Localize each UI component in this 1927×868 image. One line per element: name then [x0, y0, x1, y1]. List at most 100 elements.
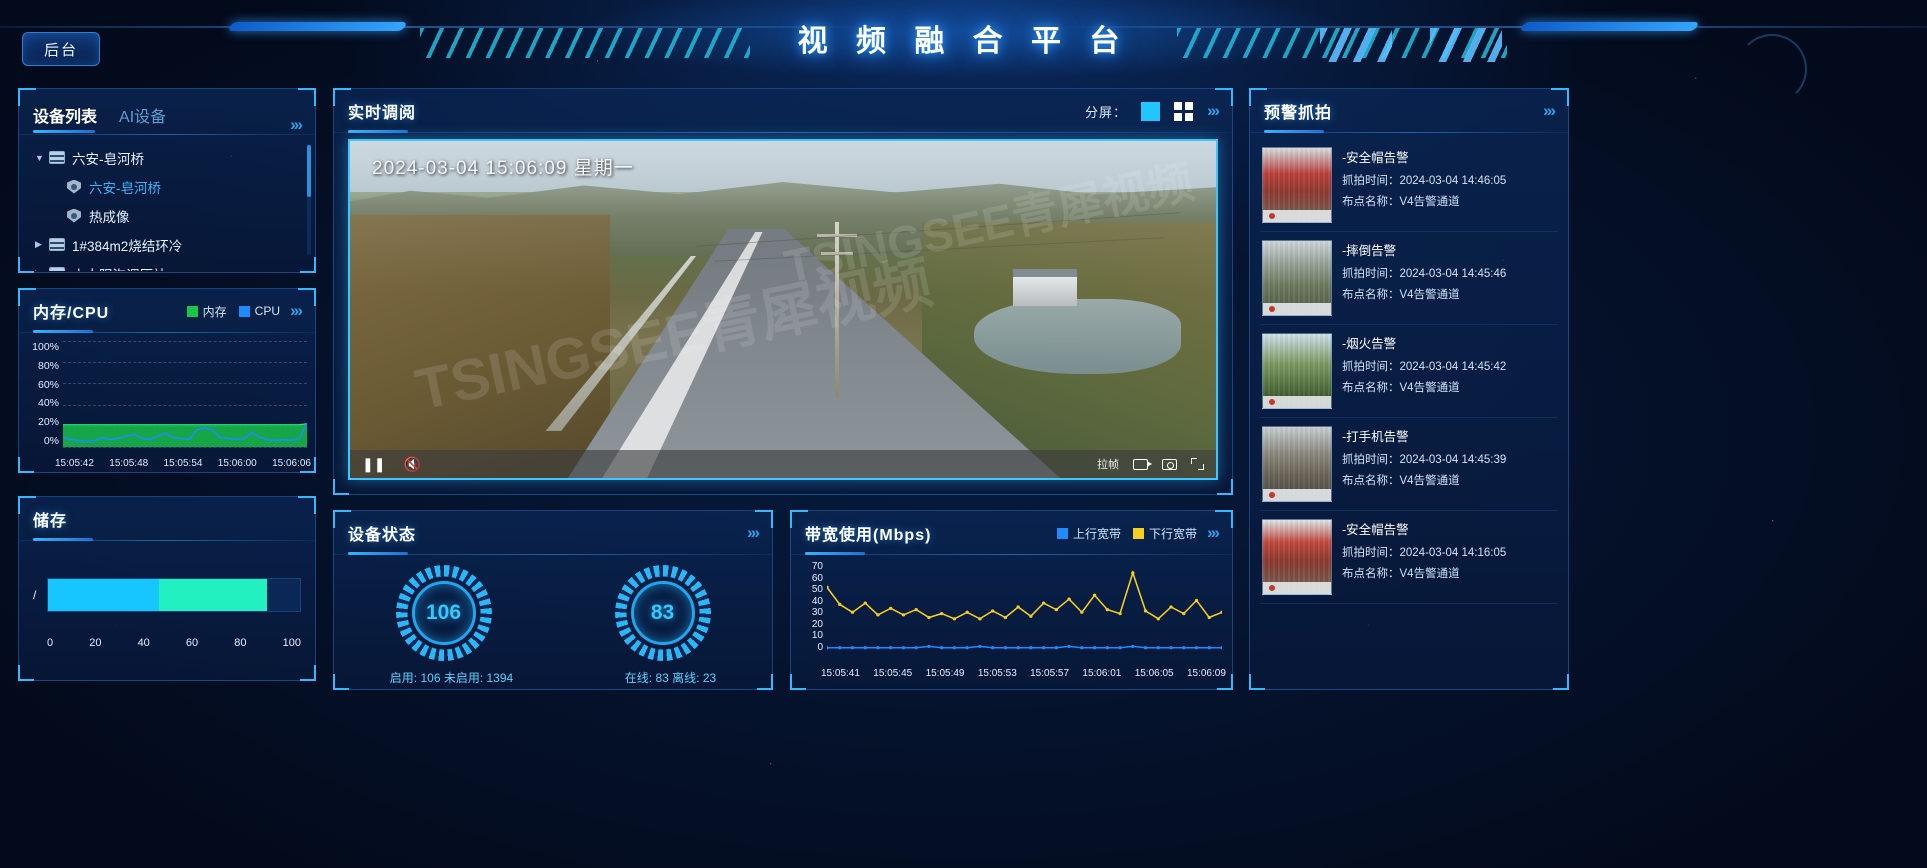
- y-tick: 60: [811, 572, 823, 584]
- chevron-right-icon[interactable]: ▶: [35, 268, 49, 271]
- legend-item-memory: 内存: [186, 303, 227, 320]
- alert-time: 抓拍时间：2024-03-04 14:16:05: [1342, 547, 1507, 559]
- bandwidth-chart: 70 60 50 40 30 20 10 0 15:05:41 15:05:45 15:05:49…: [791, 555, 1232, 683]
- video-player[interactable]: 2024-03-04 15:06:09 星期一 TSINGSEE青犀视频 TSI…: [348, 139, 1218, 480]
- legend-item-upload: 上行宽带: [1056, 525, 1121, 542]
- alert-thumbnail[interactable]: [1262, 147, 1332, 223]
- camera-icon: [67, 179, 81, 194]
- legend-label-upload: 上行宽带: [1072, 526, 1121, 541]
- y-tick: 0%: [43, 434, 59, 447]
- device-list-panel: 设备列表 AI设备 ››› ▼ 六安-皂河桥 六安-皂河桥 热成像 ▶ 1#38…: [18, 88, 316, 273]
- y-tick: 40: [811, 595, 823, 607]
- y-tick: 100%: [32, 341, 59, 353]
- storage-title: 储存: [33, 513, 68, 530]
- storage-chart: / 0 20 40 60 80 100: [19, 541, 315, 677]
- alert-info: -摔倒告警 抓拍时间：2024-03-04 14:45:46 布点名称：V4告警通道: [1342, 240, 1556, 316]
- device-status-title: 设备状态: [348, 527, 417, 544]
- live-more-arrows[interactable]: ›››: [1207, 101, 1220, 121]
- mute-icon[interactable]: 🔇: [403, 457, 420, 471]
- alert-point: 布点名称：V4告警通道: [1342, 289, 1460, 301]
- tree-node[interactable]: ▶ 小太阳沟调压站: [29, 259, 305, 271]
- thumbnail-footer: [1263, 303, 1331, 315]
- legend-label-cpu: CPU: [254, 304, 281, 318]
- x-tick: 15:05:53: [977, 668, 1017, 679]
- x-tick: 15:05:42: [55, 458, 94, 469]
- tree-node[interactable]: ▼ 六安-皂河桥: [29, 143, 305, 172]
- x-tick: 15:06:06: [272, 458, 311, 469]
- alert-time: 抓拍时间：2024-03-04 14:45:46: [1342, 268, 1507, 280]
- legend-label-download: 下行宽带: [1149, 526, 1198, 541]
- pause-icon[interactable]: ❚❚: [362, 457, 385, 471]
- bandwidth-more-arrows[interactable]: ›››: [1207, 523, 1220, 543]
- tab-ai-device[interactable]: AI设备: [119, 103, 166, 135]
- device-status-separator: [334, 554, 772, 555]
- alert-list-item[interactable]: -烟火告警 抓拍时间：2024-03-04 14:45:42 布点名称：V4告警通道: [1260, 325, 1558, 418]
- tree-node-label: 小太阳沟调压站: [72, 264, 167, 272]
- x-tick: 15:05:48: [109, 458, 149, 469]
- alert-list-item[interactable]: -打手机告警 抓拍时间：2024-03-04 14:45:39 布点名称：V4告警通…: [1260, 418, 1558, 511]
- scene-mist: [350, 141, 1216, 478]
- tree-node[interactable]: 热成像: [29, 201, 305, 230]
- fullscreen-icon[interactable]: [1191, 458, 1204, 470]
- alert-list-item[interactable]: -摔倒告警 抓拍时间：2024-03-04 14:45:46 布点名称：V4告警通道: [1260, 232, 1558, 325]
- alert-header-separator: [1250, 132, 1568, 133]
- header-hatch-left: [420, 28, 750, 58]
- legend-swatch-memory: [186, 305, 198, 317]
- device-status-gauges: 106 83: [334, 555, 772, 665]
- alert-point: 布点名称：V4告警通道: [1342, 568, 1460, 580]
- alert-time: 抓拍时间：2024-03-04 14:45:42: [1342, 361, 1507, 373]
- memory-more-arrows[interactable]: ›››: [290, 301, 303, 321]
- x-tick: 15:05:54: [163, 458, 203, 469]
- y-tick: 60%: [37, 378, 59, 391]
- y-tick: 20%: [37, 416, 59, 429]
- alert-list-item[interactable]: -安全帽告警 抓拍时间：2024-03-04 14:16:05 布点名称：V4告警通…: [1260, 511, 1558, 604]
- split-four-button[interactable]: [1174, 101, 1194, 121]
- thumbnail-footer: [1263, 210, 1331, 222]
- video-timestamp: 2024-03-04 15:06:09 星期一: [372, 158, 634, 179]
- tree-node[interactable]: 六安-皂河桥: [29, 172, 305, 201]
- alert-list-item[interactable]: -安全帽告警 抓拍时间：2024-03-04 14:46:05 布点名称：V4告警通…: [1260, 139, 1558, 232]
- chevron-down-icon[interactable]: ▼: [35, 153, 49, 163]
- bandwidth-header: 带宽使用(Mbps) 上行宽带 下行宽带 ›››: [791, 511, 1232, 555]
- pull-frame-label[interactable]: 拉帧: [1097, 456, 1119, 472]
- device-more-arrows[interactable]: ›››: [290, 115, 303, 135]
- server-icon: [49, 267, 65, 271]
- tree-node[interactable]: ▶ 1#384m2烧结环冷: [29, 230, 305, 259]
- device-tree-scrollbar[interactable]: [307, 145, 311, 255]
- snapshot-camera-icon[interactable]: [1162, 458, 1177, 470]
- bandwidth-panel: 带宽使用(Mbps) 上行宽带 下行宽带 ››› 70 60 50 40 30 20 10 0…: [790, 510, 1233, 690]
- storage-bar-track: [47, 578, 301, 612]
- device-status-panel: 设备状态 ››› 106 83 启用: 106 未启用: 1394 在线: 83…: [333, 510, 773, 690]
- gauge-enabled: 106: [395, 565, 492, 661]
- legend-swatch-upload: [1056, 527, 1068, 539]
- thumbnail-footer: [1263, 396, 1331, 408]
- alert-thumbnail[interactable]: [1262, 333, 1332, 409]
- legend-label-memory: 内存: [202, 304, 227, 319]
- alert-thumbnail[interactable]: [1262, 519, 1332, 595]
- x-tick: 0: [47, 637, 54, 649]
- gauge-caption-online: 在线: 83 离线: 23: [624, 671, 717, 685]
- server-icon: [49, 151, 65, 164]
- gridline: [63, 447, 307, 448]
- alert-thumbnail[interactable]: [1262, 426, 1332, 502]
- alert-more-arrows[interactable]: ›››: [1543, 101, 1556, 121]
- dashboard-root: 视 频 融 合 平 台 后台 设备列表 AI设备 ››› ▼ 六安-皂河桥 六安…: [0, 0, 1927, 868]
- x-tick: 15:06:00: [217, 458, 257, 469]
- storage-x-axis: 0 20 40 60 80 100: [33, 637, 301, 649]
- thumbnail-footer: [1263, 489, 1331, 501]
- chevron-right-icon[interactable]: ▶: [35, 239, 49, 250]
- device-status-more-arrows[interactable]: ›››: [747, 523, 760, 543]
- memory-cpu-header: 内存/CPU 内存 CPU ›››: [19, 289, 315, 333]
- alert-name: -安全帽告警: [1342, 151, 1409, 165]
- app-header: 视 频 融 合 平 台 后台: [0, 0, 1927, 104]
- backstage-button[interactable]: 后台: [22, 32, 100, 66]
- gauge-captions: 启用: 106 未启用: 1394 在线: 83 离线: 23: [334, 665, 772, 686]
- storage-bar-free: [158, 579, 268, 611]
- x-tick: 15:06:09: [1186, 668, 1226, 679]
- storage-bar-used: [48, 579, 159, 611]
- video-controls: ❚❚ 🔇 拉帧: [350, 450, 1216, 478]
- memory-plot-area: [63, 341, 307, 448]
- monitor-icon[interactable]: [1133, 458, 1152, 470]
- split-one-button[interactable]: [1141, 101, 1161, 121]
- alert-thumbnail[interactable]: [1262, 240, 1332, 316]
